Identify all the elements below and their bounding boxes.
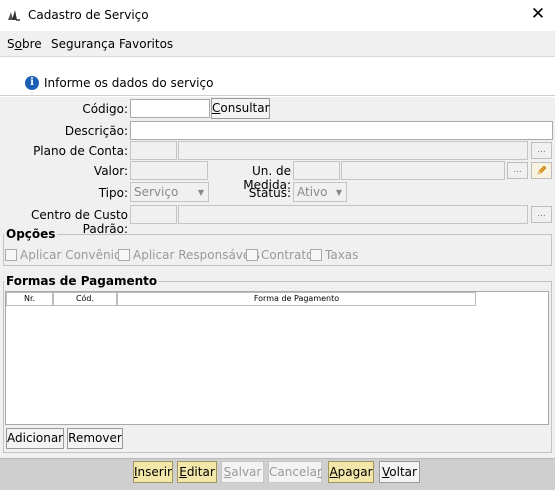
aplicar-convenios-label: Aplicar Convênios bbox=[20, 248, 128, 262]
remover-button[interactable]: Remover bbox=[67, 428, 123, 449]
plano-search-button[interactable]: ... bbox=[531, 142, 552, 159]
column-header-nr[interactable]: Nr. bbox=[6, 292, 53, 306]
pagamento-title: Formas de Pagamento bbox=[4, 274, 160, 288]
column-header-cod[interactable]: Cód. bbox=[53, 292, 117, 306]
tipo-select[interactable]: Serviço ▼ bbox=[130, 182, 209, 202]
unmedida-name-input[interactable] bbox=[341, 161, 505, 180]
pagamento-table[interactable] bbox=[5, 291, 549, 425]
apagar-button[interactable]: Apagar bbox=[328, 461, 374, 483]
chevron-down-icon: ▼ bbox=[197, 188, 204, 197]
unmedida-code-input[interactable] bbox=[293, 161, 340, 180]
aplicar-responsaveis-label: Aplicar Responsáveis bbox=[133, 248, 260, 262]
plano-label: Plano de Conta: bbox=[33, 144, 128, 158]
menu-favoritos[interactable]: Favoritos bbox=[119, 37, 173, 51]
info-icon: i bbox=[25, 76, 39, 90]
centro-search-button[interactable]: ... bbox=[531, 206, 552, 223]
centro-code-input[interactable] bbox=[130, 205, 177, 224]
taxas-label: Taxas bbox=[325, 248, 359, 262]
salvar-button[interactable]: Salvar bbox=[221, 461, 264, 483]
consultar-button[interactable]: Consultar bbox=[211, 98, 270, 119]
valor-input[interactable] bbox=[130, 161, 208, 180]
codigo-label: Código: bbox=[82, 102, 128, 116]
status-label: Status: bbox=[248, 186, 291, 200]
column-header-forma[interactable]: Forma de Pagamento bbox=[117, 292, 476, 306]
status-select[interactable]: Ativo ▼ bbox=[293, 182, 347, 202]
adicionar-button[interactable]: Adicionar bbox=[6, 428, 64, 449]
centro-name-input[interactable] bbox=[178, 205, 528, 224]
opcoes-title: Opções bbox=[4, 227, 58, 241]
taxas-checkbox[interactable] bbox=[310, 249, 322, 261]
inserir-button[interactable]: Inserir bbox=[133, 461, 173, 483]
editar-button[interactable]: Editar bbox=[177, 461, 217, 483]
info-message: Informe os dados do serviço bbox=[44, 76, 214, 90]
chevron-down-icon: ▼ bbox=[335, 188, 342, 197]
tipo-label: Tipo: bbox=[98, 186, 128, 200]
contrato-label: Contrato bbox=[261, 248, 314, 262]
app-logo-icon bbox=[8, 10, 20, 21]
contrato-checkbox[interactable] bbox=[246, 249, 258, 261]
plano-name-input[interactable] bbox=[178, 141, 528, 160]
aplicar-responsaveis-checkbox[interactable] bbox=[118, 249, 130, 261]
plano-code-input[interactable] bbox=[130, 141, 177, 160]
window-title: Cadastro de Serviço bbox=[28, 8, 149, 22]
cancelar-button[interactable]: Cancelar bbox=[268, 461, 322, 483]
menu-seguranca[interactable]: Segurança bbox=[51, 37, 115, 51]
close-icon[interactable]: ✕ bbox=[528, 4, 548, 24]
valor-label: Valor: bbox=[93, 164, 128, 178]
codigo-input[interactable] bbox=[130, 99, 210, 118]
descricao-label: Descrição: bbox=[64, 124, 128, 138]
unmedida-search-button[interactable]: ... bbox=[507, 162, 528, 179]
aplicar-convenios-checkbox[interactable] bbox=[5, 249, 17, 261]
voltar-button[interactable]: Voltar bbox=[379, 461, 420, 483]
edit-pencil-icon[interactable] bbox=[531, 162, 552, 179]
descricao-input[interactable] bbox=[130, 121, 553, 140]
menu-sobre[interactable]: Sobre bbox=[7, 37, 42, 51]
